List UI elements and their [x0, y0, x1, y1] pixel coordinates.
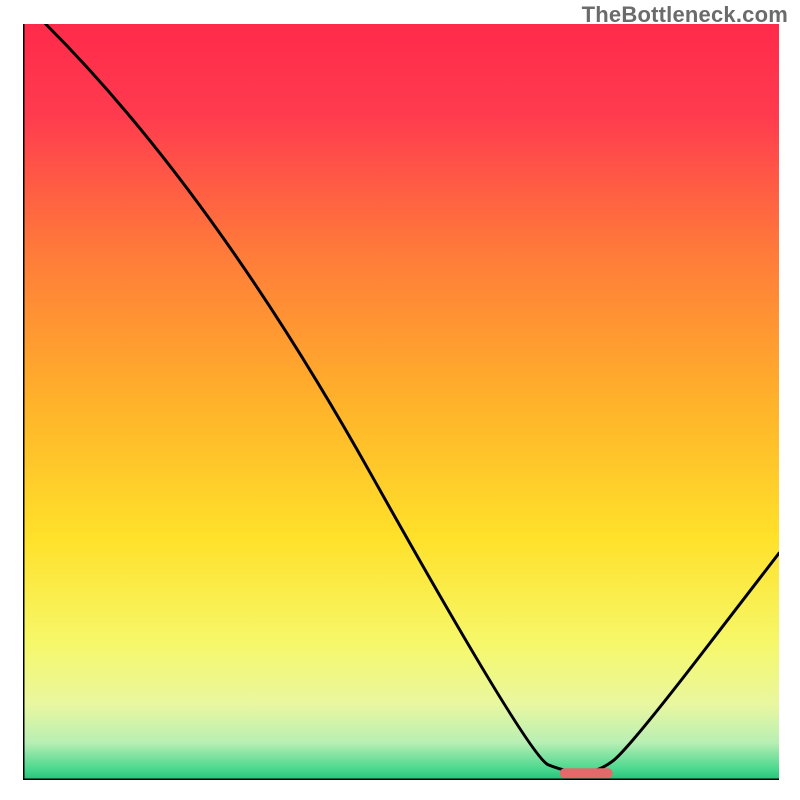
chart-container: TheBottleneck.com	[0, 0, 800, 800]
bottleneck-chart	[23, 24, 779, 780]
optimal-marker	[560, 768, 613, 778]
watermark-label: TheBottleneck.com	[582, 2, 788, 28]
gradient-background	[23, 24, 779, 780]
